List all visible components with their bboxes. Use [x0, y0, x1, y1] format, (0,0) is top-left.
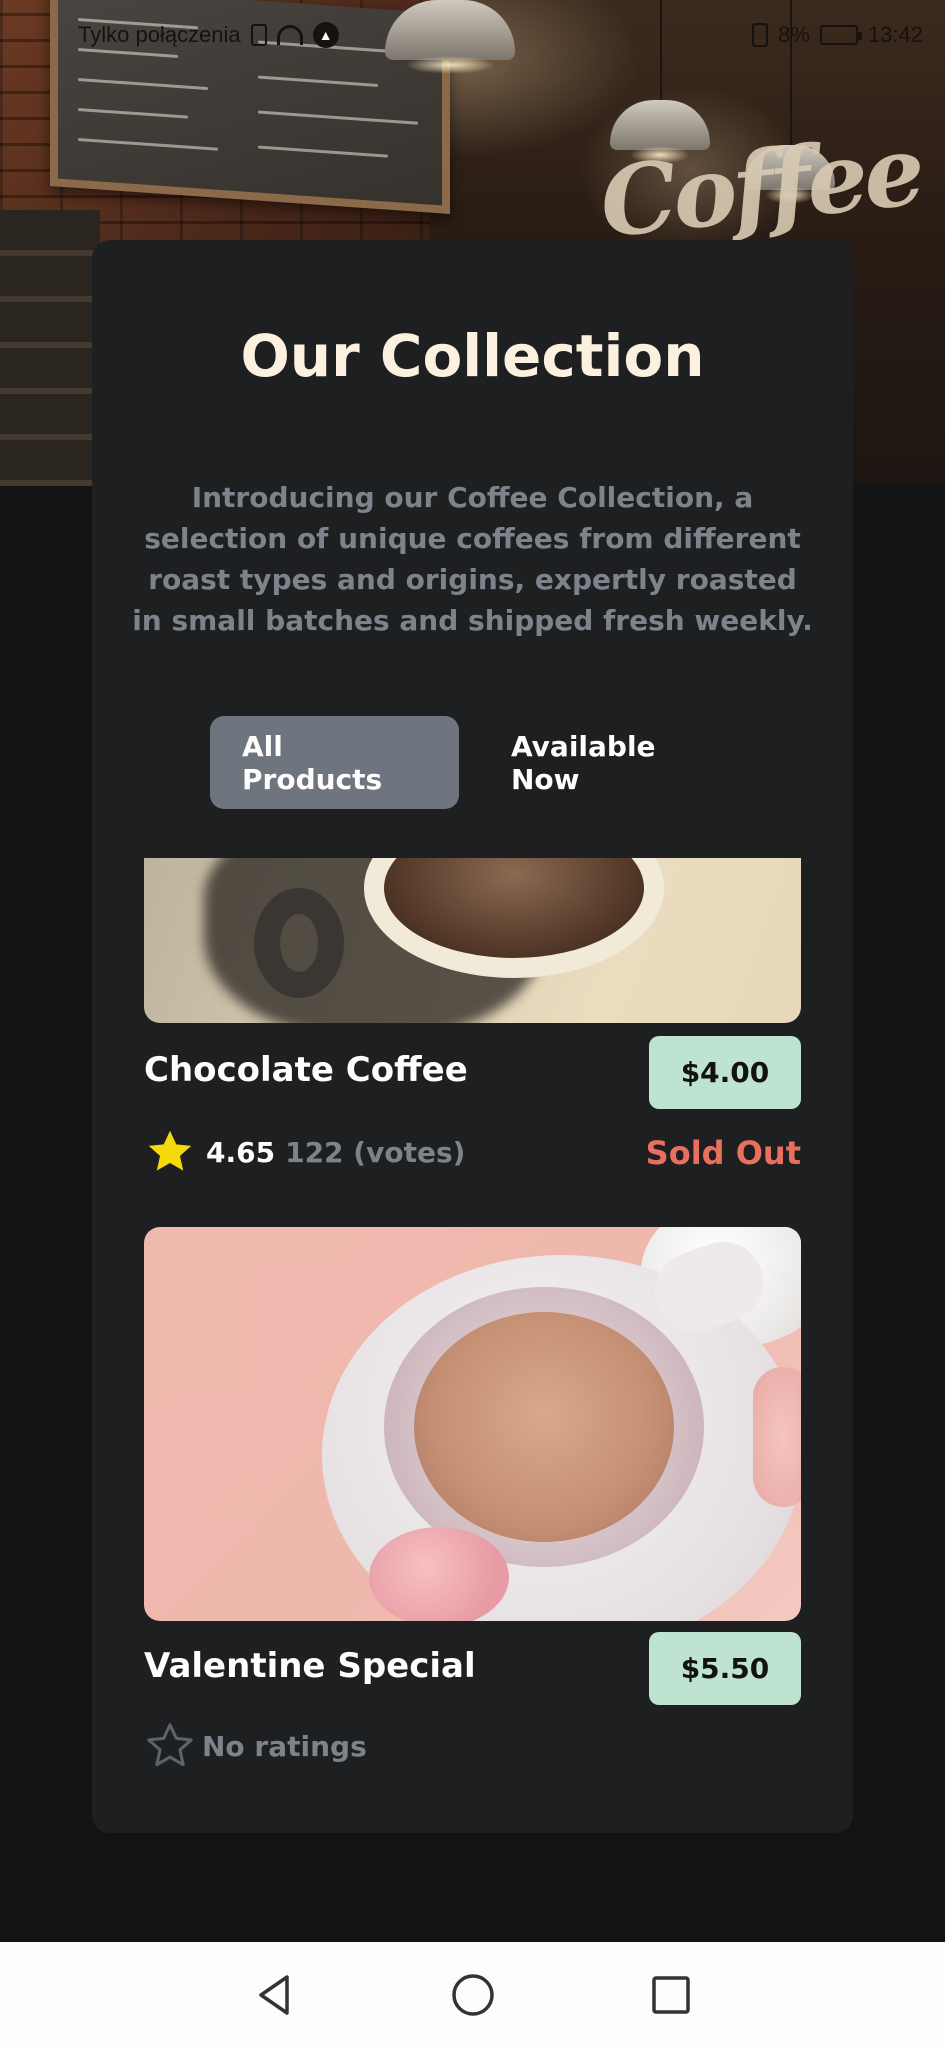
product-name[interactable]: Chocolate Coffee [144, 1050, 468, 1090]
rating-row: No ratings [144, 1720, 367, 1772]
product-image-chocolate-coffee[interactable] [144, 858, 801, 1023]
sold-out-label: Sold Out [645, 1134, 801, 1172]
home-circle-icon [451, 1974, 494, 2016]
rating-row: 4.65 122 (votes) [144, 1126, 465, 1178]
page-title: Our Collection [240, 322, 705, 390]
recents-square-icon [651, 1976, 690, 2014]
carrier-text: Tylko połączenia [78, 22, 241, 47]
no-ratings-label: No ratings [202, 1729, 367, 1763]
clock: 13:42 [867, 22, 923, 47]
status-bar: Tylko połączenia ▲ 8% 13:42 [0, 0, 945, 70]
battery-percent: 8% [778, 22, 810, 47]
collection-intro: Introducing our Coffee Collection, a sel… [132, 481, 813, 637]
product-name[interactable]: Valentine Special [144, 1646, 476, 1686]
filled-star-icon [148, 1130, 192, 1171]
sim-icon [250, 24, 267, 46]
tab-all-products[interactable]: All Products [210, 716, 459, 809]
shelf [0, 210, 100, 486]
system-nav-bar [0, 1942, 945, 2048]
vote-count: 122 (votes) [285, 1135, 466, 1169]
price-badge: $5.50 [649, 1632, 801, 1705]
collection-card: Our Collection Introducing our Coffee Co… [92, 240, 853, 1833]
back-triangle-icon [258, 1975, 289, 2015]
app-notification-icon: ▲ [312, 22, 339, 48]
wifi-icon [276, 25, 303, 45]
battery-icon [819, 25, 862, 45]
home-button[interactable] [449, 1971, 497, 2019]
vibrate-icon [752, 23, 769, 47]
tab-available-now[interactable]: Available Now [479, 716, 739, 809]
product-image-valentine-special[interactable] [144, 1227, 801, 1621]
recents-button[interactable] [647, 1971, 695, 2019]
price-badge: $4.00 [649, 1036, 801, 1109]
empty-star-icon [147, 1723, 193, 1767]
back-button[interactable] [251, 1971, 299, 2019]
filter-tabs: All Products Available Now [210, 716, 739, 809]
rating-value: 4.65 [206, 1135, 276, 1169]
